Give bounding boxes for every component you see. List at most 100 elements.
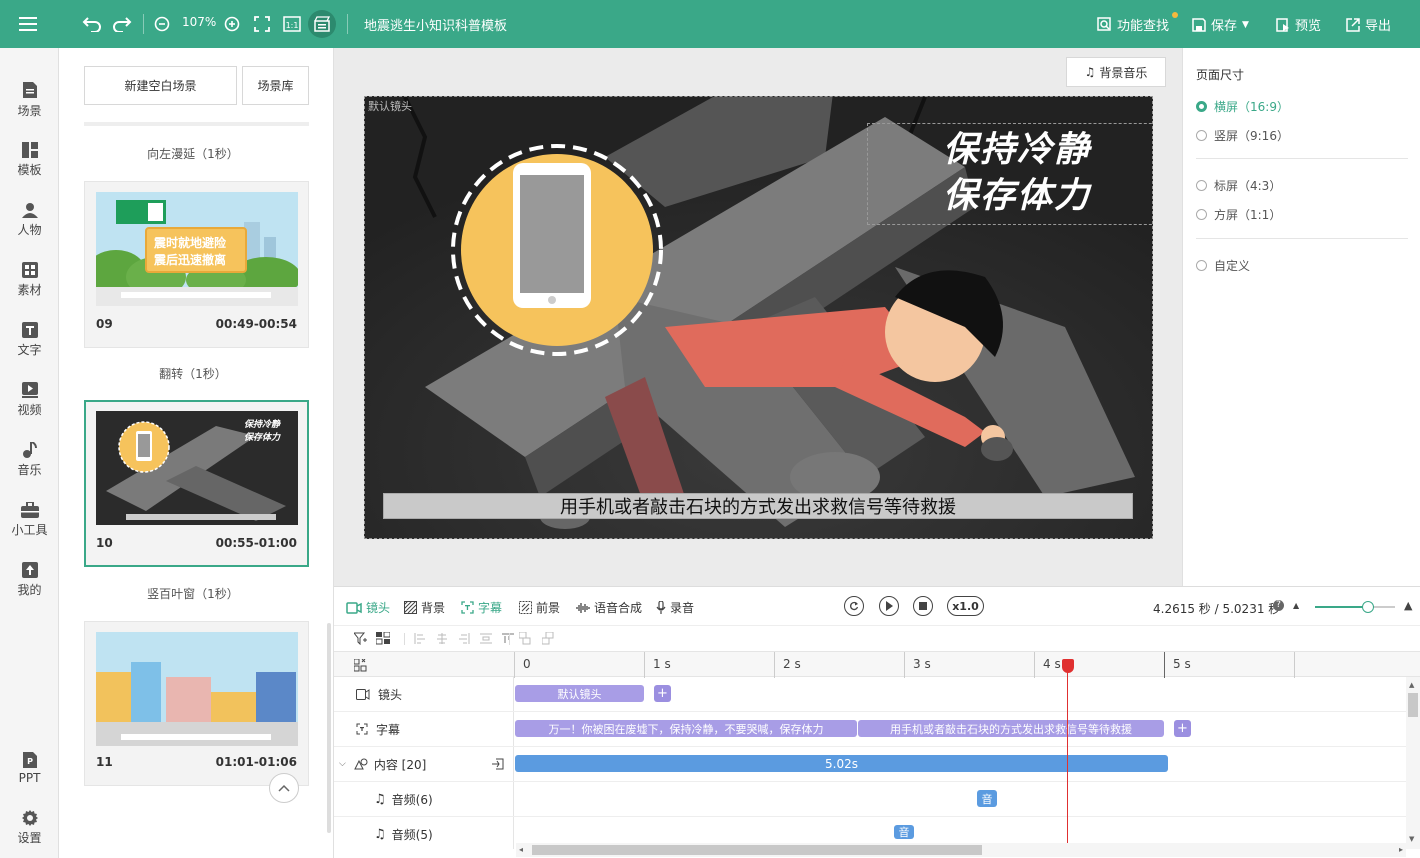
nav-person[interactable]: 人物 (0, 196, 59, 244)
scene-card-09[interactable]: 震时就地避险 震后迅速撤离 09 00:49-00:54 (84, 181, 309, 348)
scene-card-11[interactable]: 11 01:01-01:06 (84, 621, 309, 786)
nav-mine[interactable]: 我的 (0, 556, 59, 604)
thumb-title-text: 保持冷静 保存体力 (244, 420, 281, 443)
layer-down-icon[interactable] (542, 632, 554, 645)
track-labels: 镜头 字幕 ⌵ 内容 [20] ♫ 音频(6) ♫ 音频(5) (334, 677, 514, 849)
nav-toolbox[interactable]: 小工具 (0, 496, 59, 544)
speed-button[interactable]: x1.0 (947, 596, 984, 616)
add-subtitle-button[interactable]: + (1174, 720, 1191, 737)
zoom-slider-knob[interactable] (1361, 601, 1374, 613)
radio-4-3[interactable]: 标屏（4:3） (1196, 177, 1281, 194)
expand-layer-icon[interactable] (491, 758, 504, 770)
tool-tts[interactable]: 语音合成 (576, 599, 642, 616)
radio-1-1[interactable]: 方屏（1:1） (1196, 206, 1281, 223)
align-left-icon[interactable] (414, 633, 426, 644)
play-icon (886, 601, 893, 611)
nav-ppt[interactable]: P PPT (0, 744, 59, 792)
project-title[interactable]: 地震逃生小知识科普模板 (364, 15, 507, 34)
menu-icon[interactable] (16, 12, 40, 36)
track-subtitle[interactable]: 字幕 (334, 712, 514, 746)
help-icon[interactable]: ? (1273, 600, 1284, 611)
actual-size-icon[interactable]: 1:1 (280, 12, 304, 36)
stop-button[interactable] (913, 596, 933, 616)
playhead[interactable] (1061, 659, 1074, 845)
undo-icon[interactable] (80, 12, 104, 36)
time-ruler[interactable]: 0 1 s 2 s 3 s 4 s 5 s (514, 652, 1420, 678)
nav-text[interactable]: 文字 (0, 316, 59, 364)
align-right-icon[interactable] (458, 633, 470, 644)
nav-material[interactable]: 素材 (0, 256, 59, 304)
layer-up-icon[interactable] (519, 632, 531, 645)
track-content[interactable]: ⌵ 内容 [20] (334, 747, 514, 781)
tool-record[interactable]: 录音 (656, 599, 694, 616)
tracks-icon[interactable] (354, 659, 367, 672)
zoom-slider-track[interactable] (1315, 601, 1395, 613)
play-button[interactable] (879, 596, 899, 616)
zoom-out-icon[interactable] (150, 12, 174, 36)
nav-video[interactable]: 视频 (0, 376, 59, 424)
scene-scrollbar[interactable] (327, 623, 331, 833)
transition-label[interactable]: 向左漫延（1秒） (59, 145, 327, 162)
mountain-large-icon: ▲ (1404, 599, 1413, 612)
music-note-icon: ♫ (374, 826, 386, 842)
tool-background[interactable]: 背景 (404, 599, 445, 616)
new-blank-scene-button[interactable]: 新建空白场景 (84, 66, 237, 105)
add-camera-button[interactable]: + (654, 685, 671, 702)
radio-custom[interactable]: 自定义 (1196, 257, 1250, 274)
nav-template[interactable]: 模板 (0, 136, 59, 184)
radio-9-16[interactable]: 竖屏（9:16） (1196, 127, 1289, 144)
track-audio-6[interactable]: ♫ 音频(6) (334, 782, 514, 816)
align-top-icon[interactable] (502, 633, 514, 644)
scroll-down-arrow[interactable]: ▼ (1409, 835, 1414, 843)
timeline-hscroll[interactable]: ◂ ▸ (516, 843, 1406, 857)
nav-settings[interactable]: 设置 (0, 804, 59, 852)
group-icon[interactable] (376, 632, 390, 645)
feature-search-button[interactable]: 功能查找 (1097, 15, 1169, 34)
scroll-up-arrow[interactable]: ▲ (1409, 681, 1414, 689)
stage-subtitle[interactable]: 用手机或者敲击石块的方式发出求救信号等待救援 (383, 493, 1133, 519)
scene-panel: 新建空白场景 场景库 向左漫延（1秒） 震时就地避险 震后迅速撤离 09 00:… (59, 48, 334, 858)
zoom-slider-fill (1315, 606, 1368, 608)
chevron-down-icon[interactable]: ⌵ (339, 759, 346, 769)
zoom-in-icon[interactable] (220, 12, 244, 36)
align-center-icon[interactable] (436, 633, 448, 644)
export-icon (1346, 17, 1360, 32)
tool-foreground[interactable]: 前景 (519, 599, 560, 616)
subtitle-clip-1[interactable]: 万一！你被困在废墟下，保持冷静，不要哭喊，保存体力 (515, 720, 857, 737)
timeline-vscroll[interactable]: ▲ ▼ (1406, 677, 1420, 849)
scene-library-button[interactable]: 场景库 (242, 66, 309, 105)
audio-clip-6[interactable]: 音 (977, 790, 997, 807)
fullscreen-icon[interactable] (250, 12, 274, 36)
clapper-icon[interactable] (308, 10, 336, 38)
filter-icon[interactable] (354, 632, 368, 645)
nav-scene[interactable]: 场景 (0, 76, 59, 124)
audio-clip-5[interactable]: 音 (894, 825, 914, 839)
scene-card-10[interactable]: 保持冷静 保存体力 10 00:55-01:00 (84, 400, 309, 567)
nav-music[interactable]: 音乐 (0, 436, 59, 484)
scroll-left-arrow[interactable]: ◂ (519, 845, 523, 854)
subtitle-clip-2[interactable]: 用手机或者敲击石块的方式发出求救信号等待救援 (858, 720, 1164, 737)
scene-number: 09 (96, 317, 113, 331)
tool-subtitle[interactable]: 字幕 (461, 599, 502, 616)
vscroll-thumb[interactable] (1408, 693, 1418, 717)
tool-camera[interactable]: 镜头 (346, 599, 390, 616)
export-button[interactable]: 导出 (1346, 15, 1391, 34)
scroll-top-button[interactable] (269, 773, 299, 803)
rewind-button[interactable] (844, 596, 864, 616)
bg-music-button[interactable]: ♫ 背景音乐 (1066, 57, 1166, 87)
scroll-right-arrow[interactable]: ▸ (1399, 845, 1403, 854)
redo-icon[interactable] (110, 12, 134, 36)
radio-16-9[interactable]: 横屏（16:9） (1196, 98, 1289, 115)
transition-label[interactable]: 翻转（1秒） (59, 365, 327, 382)
save-button[interactable]: 保存 ▼ (1192, 15, 1249, 34)
hscroll-thumb[interactable] (532, 845, 982, 855)
transition-label[interactable]: 竖百叶窗（1秒） (59, 585, 327, 602)
camera-clip[interactable]: 默认镜头 (515, 685, 644, 702)
stage[interactable]: 默认镜头 保持冷静 保存体力 用手机或者敲击石块的方式发出求救信号等待救援 (364, 96, 1153, 539)
distribute-icon[interactable] (480, 633, 492, 644)
microphone-icon (656, 601, 666, 614)
stage-title[interactable]: 保持冷静 保存体力 (943, 127, 1091, 219)
track-camera[interactable]: 镜头 (334, 677, 514, 711)
preview-button[interactable]: 预览 (1276, 15, 1321, 34)
track-audio-5[interactable]: ♫ 音频(5) (334, 817, 514, 851)
